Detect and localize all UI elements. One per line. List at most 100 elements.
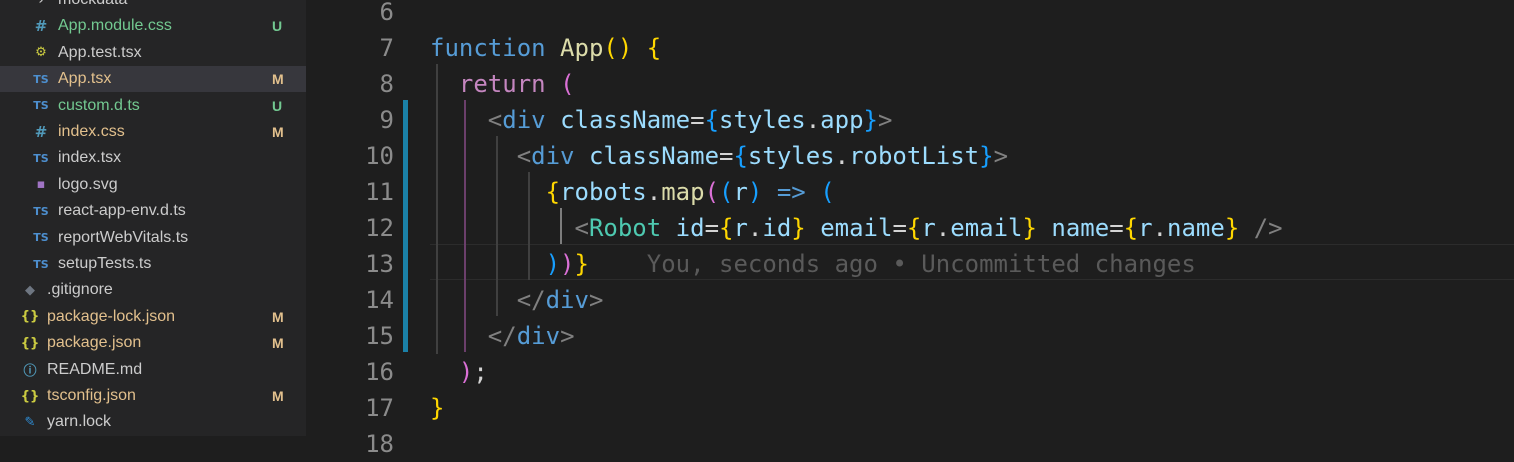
code-token: ( [704,178,720,206]
ts-icon: TS [33,231,49,245]
code-token: . [834,142,850,170]
code-token: . [646,178,662,206]
code-token: } [1022,214,1037,242]
code-token: id [675,214,705,242]
code-token: } [1224,214,1240,242]
ts-icon: TS [33,257,49,271]
line-number: 11 [365,178,394,206]
ts-icon: TS [33,72,49,86]
code-token: { [906,214,922,242]
file-name: index.tsx [58,149,122,167]
code-line[interactable]: <Robot id={r.id} email={r.email} name={r… [430,210,1283,246]
file-name: index.css [58,123,125,140]
code-token: </ [487,322,517,350]
code-line[interactable]: ))} You, seconds ago • Uncommitted chang… [430,246,1196,282]
code-line[interactable]: function App() { [430,30,661,66]
file-item[interactable]: ◆ .gitignore [0,277,306,303]
code-token: } [574,250,589,278]
file-name: tsconfig.json [47,387,136,404]
file-item[interactable]: TS reportWebVitals.ts [0,225,306,251]
file-name: package.json [47,334,142,352]
code-token: } [791,214,806,242]
json-icon: {} [20,388,40,404]
code-token: styles [719,106,806,134]
file-item[interactable]: TS react-app-env.d.ts [0,198,306,224]
code-line[interactable]: ); [430,354,488,390]
code-token: { [733,142,748,170]
line-number: 16 [365,358,394,386]
code-line[interactable]: return ( [430,66,575,102]
file-item[interactable]: TS setupTests.ts [0,251,306,277]
code-token: < [516,142,532,170]
code-token: > [588,286,604,314]
code-line[interactable]: {robots.map((r) => ( [430,174,835,210]
code-token: = [1109,214,1124,242]
git-status-badge: M [272,335,284,352]
code-token: className [560,106,691,134]
code-token: { [646,34,662,62]
code-token: ; [473,358,488,386]
yarn-icon: ✎ [24,414,36,430]
git-status-badge: M [272,71,284,88]
modified-lines-indicator [403,100,408,352]
file-name: yarn.lock [47,413,112,431]
code-line[interactable]: </div> [430,282,604,318]
code-token: ) [545,250,561,278]
code-editor[interactable]: 6 7 8 9 10 11 12 13 14 15 16 17 18 function App() { … [306,0,1514,458]
file-item[interactable]: ⓘ README.md [0,357,306,383]
file-item[interactable]: ✎ yarn.lock [0,409,306,435]
info-icon: ⓘ [23,364,37,380]
ts-icon: TS [33,151,49,165]
file-item[interactable]: ▪ logo.svg [0,172,306,198]
line-number: 6 [379,0,394,26]
code-token: email [950,214,1023,242]
code-token: robotList [849,142,980,170]
file-item[interactable]: TS custom.d.ts U [0,93,306,119]
file-name: logo.svg [58,175,118,193]
code-token: { [704,106,720,134]
code-token: App [560,34,604,62]
code-line[interactable]: } [430,390,444,426]
file-item[interactable]: › mockdata [0,0,306,13]
code-token: ( [820,178,835,206]
code-token: { [1123,214,1139,242]
code-token: </ [516,286,546,314]
code-token: => [776,178,806,206]
code-line[interactable]: <div className={styles.robotList}> [430,138,1008,174]
file-item[interactable]: ⚙ App.test.tsx [0,40,306,66]
code-token: map [661,178,705,206]
file-item[interactable]: {} tsconfig.json M [0,383,306,409]
code-line[interactable]: <div className={styles.app}> [430,102,893,138]
file-item[interactable]: {} package.json M [0,330,306,356]
code-token: div [516,322,561,350]
code-token: } [863,106,878,134]
code-token: ) [458,358,474,386]
code-token: > [877,106,893,134]
code-token: . [747,214,763,242]
code-token: > [560,322,575,350]
line-number: 15 [365,322,394,350]
file-item[interactable]: {} package-lock.json M [0,304,306,330]
ts-icon: TS [33,99,49,113]
file-item[interactable]: TS index.tsx [0,145,306,171]
json-icon: {} [20,335,40,351]
code-token: () [603,34,633,62]
code-token: . [805,106,821,134]
code-token: div [531,142,575,170]
file-item[interactable]: TS App.tsx M [0,66,306,93]
hash-icon: # [34,17,48,36]
code-token: } [979,142,994,170]
code-line[interactable]: </div> [430,318,575,354]
file-item[interactable]: # App.module.css U [0,13,306,39]
code-token: ) [560,250,575,278]
file-item[interactable]: # index.css M [0,119,306,145]
